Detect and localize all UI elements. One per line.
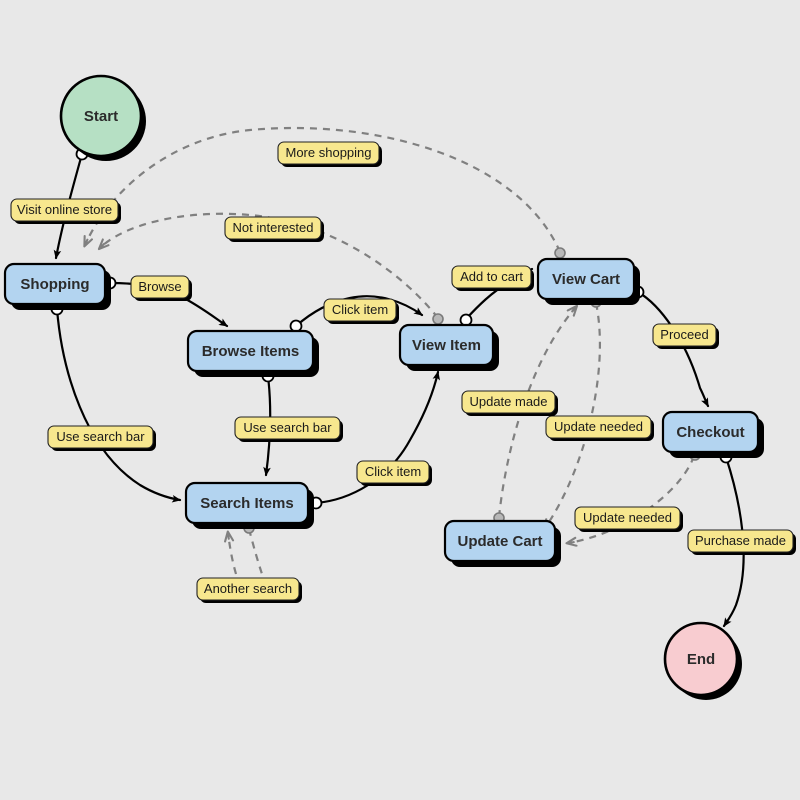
edge-label-not-interested[interactable]: Not interested bbox=[224, 216, 324, 242]
edge-label-another-search[interactable]: Another search bbox=[196, 577, 302, 603]
edge-label-text: Use search bar bbox=[56, 429, 145, 444]
node-browse-items-label: Browse Items bbox=[202, 343, 300, 360]
edge-label-more-shopping[interactable]: More shopping bbox=[277, 141, 382, 167]
diagram-svg: Start Shopping Browse Items Search Items bbox=[3, 74, 796, 700]
edge-label-search-click-item[interactable]: Click item bbox=[356, 460, 432, 486]
node-checkout-label: Checkout bbox=[676, 424, 744, 441]
edge-label-text: Update needed bbox=[583, 510, 672, 525]
edge-label-text: Click item bbox=[332, 302, 388, 317]
edge-label-checkout-update-needed[interactable]: Update needed bbox=[574, 506, 683, 532]
edge-port bbox=[432, 313, 444, 325]
edge-another-search[interactable] bbox=[228, 522, 264, 575]
edge-label-text: Add to cart bbox=[460, 269, 523, 284]
edge-label-view-cart-update-needed[interactable]: Update needed bbox=[545, 415, 654, 441]
node-end-label: End bbox=[687, 651, 715, 668]
edge-label-text: Not interested bbox=[233, 220, 314, 235]
edge-label-text: Visit online store bbox=[17, 202, 112, 217]
node-view-item-label: View Item bbox=[412, 337, 481, 354]
edge-label-text: Proceed bbox=[660, 327, 708, 342]
edge-label-browse[interactable]: Browse bbox=[130, 275, 192, 301]
edge-label-text: Another search bbox=[204, 581, 292, 596]
node-view-cart-label: View Cart bbox=[552, 271, 620, 288]
node-update-cart-label: Update Cart bbox=[457, 533, 542, 550]
edge-label-text: Purchase made bbox=[695, 533, 786, 548]
edge-label-text: Browse bbox=[138, 279, 181, 294]
node-browse-items[interactable]: Browse Items bbox=[186, 329, 319, 377]
edge-port bbox=[459, 313, 473, 327]
node-start-label: Start bbox=[84, 108, 118, 125]
node-update-cart[interactable]: Update Cart bbox=[443, 519, 561, 567]
node-search-items-label: Search Items bbox=[200, 495, 293, 512]
edge-shopping-use-search-bar[interactable] bbox=[50, 302, 182, 503]
edge-labels-layer: Visit online store Browse Use search bar… bbox=[10, 141, 796, 603]
node-shopping[interactable]: Shopping bbox=[3, 262, 111, 310]
node-start[interactable]: Start bbox=[59, 74, 146, 161]
edge-label-add-to-cart[interactable]: Add to cart bbox=[451, 265, 534, 291]
edge-label-text: More shopping bbox=[286, 145, 372, 160]
edges-layer bbox=[50, 126, 745, 628]
edge-label-text: Click item bbox=[365, 464, 421, 479]
edge-label-text: Use search bar bbox=[243, 420, 332, 435]
node-view-item[interactable]: View Item bbox=[398, 323, 499, 371]
node-view-cart[interactable]: View Cart bbox=[536, 257, 640, 305]
edge-label-browse-use-search-bar[interactable]: Use search bar bbox=[234, 416, 343, 442]
node-search-items[interactable]: Search Items bbox=[184, 481, 314, 529]
edge-label-proceed[interactable]: Proceed bbox=[652, 323, 719, 349]
edge-label-text: Update made bbox=[469, 394, 547, 409]
edge-label-purchase-made[interactable]: Purchase made bbox=[687, 529, 796, 555]
edge-label-browse-click-item[interactable]: Click item bbox=[323, 298, 399, 324]
edge-label-text: Update needed bbox=[554, 419, 643, 434]
edge-port bbox=[289, 319, 303, 333]
node-shopping-label: Shopping bbox=[20, 276, 89, 293]
node-end[interactable]: End bbox=[663, 621, 742, 700]
state-diagram-canvas: Start Shopping Browse Items Search Items bbox=[0, 0, 800, 800]
node-checkout[interactable]: Checkout bbox=[661, 410, 764, 458]
edge-label-update-made[interactable]: Update made bbox=[461, 390, 558, 416]
edge-port bbox=[554, 247, 566, 259]
edge-label-visit-online-store[interactable]: Visit online store bbox=[10, 198, 121, 224]
edge-label-shopping-use-search-bar[interactable]: Use search bar bbox=[47, 425, 156, 451]
nodes-layer: Start Shopping Browse Items Search Items bbox=[3, 74, 764, 700]
